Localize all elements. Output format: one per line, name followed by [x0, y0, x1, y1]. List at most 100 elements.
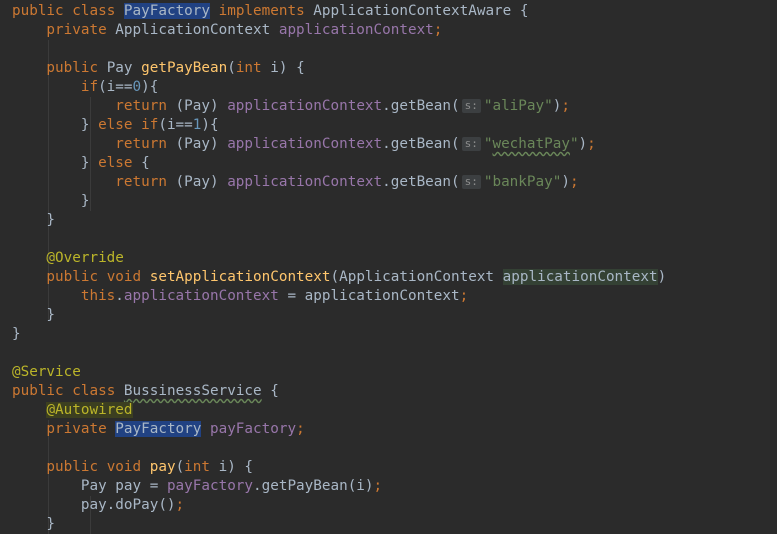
code-token: (: [227, 60, 236, 76]
code-token: ;: [433, 22, 443, 38]
code-line[interactable]: public class PayFactory implements Appli…: [0, 2, 777, 21]
code-token: applicationContext: [278, 22, 434, 38]
code-token: private: [12, 421, 116, 437]
code-line[interactable]: }: [0, 325, 777, 344]
code-token: .getPayBean(i): [253, 478, 374, 494]
code-line[interactable]: } else {: [0, 154, 777, 173]
parameter-hint: s:: [461, 137, 481, 151]
code-token: {: [141, 155, 150, 171]
code-token: public: [12, 383, 73, 399]
code-line[interactable]: this.applicationContext = applicationCon…: [0, 287, 777, 306]
code-token: @Override: [12, 250, 124, 266]
code-token: BussinessService: [123, 383, 262, 399]
code-token: ": [569, 136, 579, 152]
code-line[interactable]: return (Pay) applicationContext.getBean(…: [0, 97, 777, 116]
code-line[interactable]: private PayFactory payFactory;: [0, 420, 777, 439]
code-token: if: [12, 79, 99, 95]
code-token: (ApplicationContext: [330, 269, 503, 285]
code-token: public: [12, 459, 107, 475]
code-line[interactable]: pay.doPay();: [0, 496, 777, 515]
code-token: public: [12, 269, 107, 285]
code-token: void: [106, 459, 150, 475]
code-line[interactable]: @Override: [0, 249, 777, 268]
code-token: }: [12, 117, 99, 133]
code-line[interactable]: }: [0, 515, 777, 534]
code-token: (i==: [158, 117, 193, 133]
code-line[interactable]: [0, 344, 777, 363]
code-line[interactable]: if(i==0){: [0, 78, 777, 97]
code-line[interactable]: [0, 40, 777, 59]
code-line[interactable]: [0, 439, 777, 458]
code-line[interactable]: }: [0, 192, 777, 211]
code-line[interactable]: @Service: [0, 363, 777, 382]
code-token: Pay pay =: [12, 478, 167, 494]
code-token: (i==: [98, 79, 133, 95]
code-token: @Service: [12, 364, 81, 380]
code-line[interactable]: private ApplicationContext applicationCo…: [0, 21, 777, 40]
code-token: i) {: [218, 459, 254, 475]
code-token: .getBean(: [382, 174, 460, 190]
code-token: payFactory: [166, 478, 254, 494]
code-line[interactable]: public Pay getPayBean(int i) {: [0, 59, 777, 78]
code-token: pay: [149, 459, 176, 475]
code-line[interactable]: public void setApplicationContext(Applic…: [0, 268, 777, 287]
code-token: applicationContext: [502, 269, 658, 285]
code-token: ;: [459, 288, 469, 304]
code-token: (Pay): [175, 136, 228, 152]
code-token: applicationContext: [227, 136, 383, 152]
code-line[interactable]: }: [0, 211, 777, 230]
code-token: implements: [210, 3, 314, 19]
code-token: Pay: [106, 60, 142, 76]
code-token: getPayBean: [141, 60, 228, 76]
code-token: "aliPay": [483, 98, 553, 114]
code-token: PayFactory: [115, 421, 202, 437]
code-token: return: [12, 136, 176, 152]
code-token: {: [261, 383, 279, 399]
code-token: wechatPay: [492, 136, 570, 152]
code-token: ApplicationContext: [115, 22, 279, 38]
code-token: class: [72, 3, 124, 19]
code-token: ;: [561, 98, 570, 114]
code-line[interactable]: public class BussinessService {: [0, 382, 777, 401]
code-token: PayFactory: [123, 3, 210, 19]
parameter-hint: s:: [461, 175, 481, 189]
code-token: ): [561, 174, 570, 190]
code-token: (: [175, 459, 185, 475]
code-line[interactable]: return (Pay) applicationContext.getBean(…: [0, 173, 777, 192]
code-token: else: [98, 155, 142, 171]
code-token: return: [12, 98, 176, 114]
code-token: = applicationContext: [278, 288, 460, 304]
code-token: ): [657, 269, 667, 285]
code-line[interactable]: }: [0, 306, 777, 325]
code-token: int: [235, 60, 271, 76]
parameter-hint: s:: [461, 99, 481, 113]
code-token: ApplicationContextAware {: [313, 3, 529, 19]
code-token: @Autowired: [46, 402, 133, 418]
code-token: private: [12, 22, 116, 38]
code-token: "bankPay": [483, 174, 562, 190]
code-token: .: [115, 288, 124, 304]
code-token: void: [106, 269, 150, 285]
code-token: public: [12, 3, 73, 19]
code-token: }: [12, 307, 56, 323]
code-token: ;: [569, 174, 579, 190]
code-line[interactable]: } else if(i==1){: [0, 116, 777, 135]
code-token: ){: [201, 117, 219, 133]
code-token: return: [12, 174, 176, 190]
code-token: }: [12, 155, 99, 171]
code-token: public: [12, 60, 107, 76]
code-token: applicationContext: [123, 288, 279, 304]
code-line[interactable]: return (Pay) applicationContext.getBean(…: [0, 135, 777, 154]
code-line[interactable]: [0, 230, 777, 249]
code-line[interactable]: Pay pay = payFactory.getPayBean(i);: [0, 477, 777, 496]
code-editor[interactable]: public class PayFactory implements Appli…: [0, 0, 777, 534]
code-token: ;: [373, 478, 383, 494]
code-token: class: [72, 383, 124, 399]
code-line[interactable]: @Autowired: [0, 401, 777, 420]
code-token: 0: [132, 79, 142, 95]
code-token: i) {: [270, 60, 305, 76]
code-token: setApplicationContext: [149, 269, 331, 285]
code-line[interactable]: public void pay(int i) {: [0, 458, 777, 477]
